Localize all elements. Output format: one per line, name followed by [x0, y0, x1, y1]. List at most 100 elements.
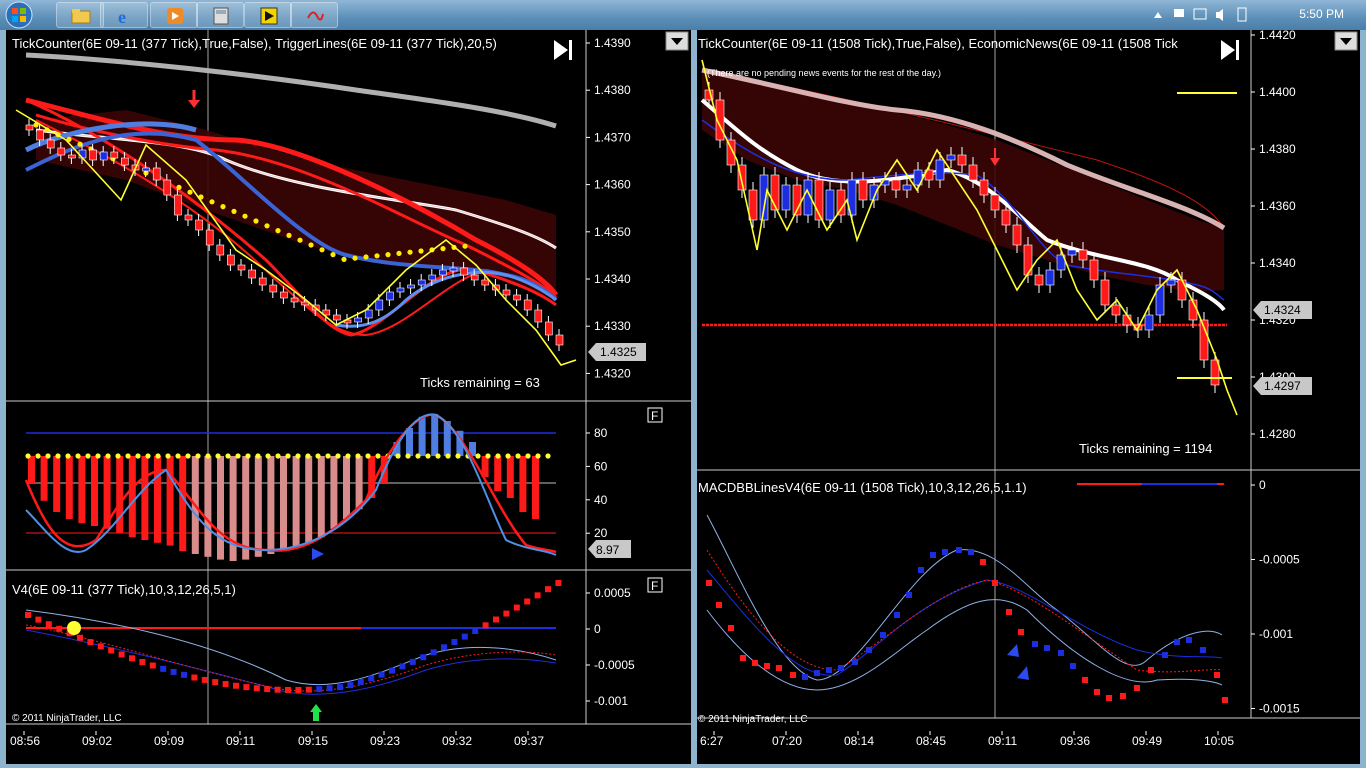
candle — [57, 147, 66, 156]
v4-dot — [222, 681, 229, 688]
macd-dot — [980, 559, 986, 565]
candle — [449, 267, 458, 272]
candle — [237, 264, 246, 271]
v4-dot — [368, 675, 375, 682]
time-tick-label: 09:11 — [988, 734, 1017, 748]
macd-dot — [838, 665, 844, 671]
macd-dot — [1058, 650, 1064, 656]
candle — [301, 301, 309, 306]
price-tick-label: 1.4280 — [1259, 427, 1296, 441]
v4-dot — [441, 644, 447, 651]
macd-dot — [906, 592, 912, 598]
candle — [891, 179, 901, 191]
v4-tick-label: -0.001 — [594, 694, 628, 708]
candle — [748, 189, 758, 221]
battery-icon[interactable] — [1237, 7, 1247, 22]
v4-dot — [129, 655, 135, 662]
candle — [396, 287, 405, 293]
time-tick-label: 09:02 — [82, 734, 112, 748]
candle — [1012, 224, 1022, 246]
price-tick-label: 1.4330 — [594, 319, 631, 333]
histogram-bar — [204, 456, 212, 557]
histogram-bar — [343, 456, 350, 519]
macd-dot — [728, 625, 734, 631]
network-icon[interactable] — [1193, 8, 1207, 20]
candle — [946, 154, 956, 161]
macd-dot — [1032, 641, 1038, 647]
candle — [386, 291, 394, 301]
histogram-bar — [78, 456, 86, 524]
v4-dot — [399, 663, 406, 670]
v4-dot — [181, 671, 187, 678]
candle — [417, 279, 426, 286]
app-task-button[interactable] — [290, 2, 338, 28]
macd-dot — [1200, 647, 1206, 653]
v4-dot — [264, 686, 271, 693]
show-hidden-icons-icon[interactable] — [1154, 12, 1162, 18]
signal-marker — [67, 621, 81, 635]
stoch-tick-label: 80 — [594, 426, 608, 440]
histogram-bar — [91, 456, 98, 526]
v4-dot — [337, 684, 343, 691]
histogram-bar — [154, 456, 161, 543]
histogram-bar — [217, 456, 224, 560]
media-task-button[interactable] — [150, 2, 198, 28]
macd-tick-label: -0.0015 — [1259, 702, 1300, 716]
folder-task-button[interactable] — [56, 2, 104, 28]
v4-dot — [420, 654, 427, 661]
clock[interactable]: 5:50 PM — [1299, 7, 1344, 21]
v4-dot — [513, 604, 520, 611]
candle — [1166, 279, 1176, 286]
v4-dot — [555, 580, 562, 586]
histogram-bar — [431, 414, 439, 456]
ie-icon: e — [118, 7, 126, 26]
candle — [121, 157, 129, 166]
v4-dot — [451, 639, 458, 646]
candle — [364, 309, 373, 319]
candle — [375, 299, 384, 311]
histogram-bar — [40, 456, 48, 501]
ninjatrader-task-button[interactable] — [244, 2, 292, 28]
candle — [825, 189, 835, 221]
skip-to-end-icon[interactable] — [554, 40, 572, 60]
start-button[interactable] — [2, 0, 42, 30]
candle — [269, 284, 278, 293]
candle — [428, 274, 437, 281]
candle — [470, 274, 479, 281]
v4-dot — [201, 676, 208, 683]
v4-dot — [409, 658, 416, 665]
histogram-bar — [532, 456, 539, 519]
time-tick-label: 09:23 — [370, 734, 400, 748]
macd-dot — [968, 549, 974, 555]
price-tick-label: 1.4380 — [1259, 142, 1296, 156]
v4-dot — [545, 586, 551, 593]
candle — [1177, 279, 1187, 301]
macd-dot — [894, 612, 900, 618]
right-chart-window: 1.44201.44001.43801.43601.43401.43201.43… — [696, 30, 1366, 768]
macd-dot — [1162, 652, 1168, 658]
macd-dot — [1044, 645, 1050, 651]
candle — [227, 254, 235, 266]
time-tick-label: 09:09 — [154, 734, 184, 748]
left-chart-canvas[interactable]: 1.4390 1.4380 1.4370 1.4360 1.4350 1.4340 1.43… — [6, 30, 691, 764]
sell-arrow-icon — [188, 90, 200, 108]
v4-dot — [77, 634, 83, 641]
stoch-tick-label: 60 — [594, 459, 608, 473]
media-player-icon — [167, 8, 183, 24]
time-tick-label: 08:56 — [10, 734, 40, 748]
candle — [1001, 209, 1011, 226]
flag-icon[interactable] — [1174, 9, 1184, 17]
candle — [1067, 249, 1077, 256]
calculator-task-button[interactable] — [196, 2, 244, 28]
macd-dot — [1106, 695, 1112, 701]
price-tick-label: 1.4380 — [594, 83, 631, 97]
macd-dot — [1120, 693, 1126, 699]
histogram-bar — [166, 456, 174, 546]
v4-dot — [316, 686, 323, 693]
v4-dot — [378, 671, 385, 678]
candle — [1078, 249, 1088, 261]
right-chart-canvas[interactable]: 1.44201.44001.43801.43601.43401.43201.43… — [697, 30, 1360, 764]
v4-dot — [233, 682, 239, 689]
volume-icon[interactable] — [1216, 9, 1223, 21]
ie-task-button[interactable]: e — [100, 2, 148, 28]
